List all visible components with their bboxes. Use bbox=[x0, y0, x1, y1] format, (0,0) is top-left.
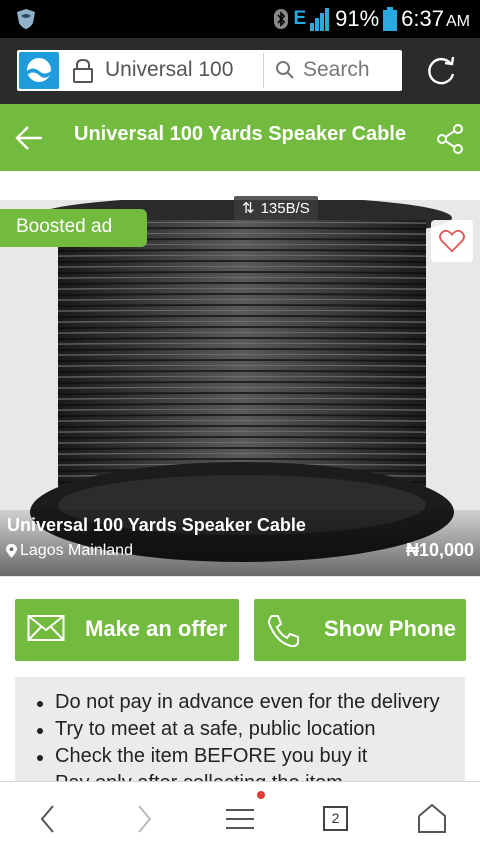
search-icon[interactable] bbox=[275, 60, 295, 80]
bottom-navigation: 2 bbox=[0, 781, 480, 854]
network-type: E bbox=[293, 8, 306, 29]
browser-logo-icon[interactable] bbox=[19, 52, 59, 89]
transfer-arrows-icon: ⇅ bbox=[242, 200, 255, 217]
show-phone-button[interactable]: Show Phone bbox=[254, 599, 466, 661]
make-offer-button[interactable]: Make an offer bbox=[15, 599, 239, 661]
browser-toolbar: Universal 100 Search bbox=[0, 38, 480, 104]
search-input[interactable]: Search bbox=[303, 58, 370, 82]
lock-icon bbox=[73, 58, 93, 83]
back-icon[interactable] bbox=[38, 802, 58, 836]
clock: 6:37 AM bbox=[401, 6, 470, 31]
tip-item: Do not pay in advance even for the deliv… bbox=[35, 689, 465, 716]
menu-icon[interactable] bbox=[225, 802, 255, 836]
divider bbox=[263, 53, 264, 88]
envelope-icon bbox=[27, 615, 65, 641]
listing-title: Universal 100 Yards Speaker Cable bbox=[7, 515, 306, 535]
shield-icon bbox=[17, 9, 35, 29]
back-arrow-icon[interactable] bbox=[14, 124, 44, 152]
reload-icon[interactable] bbox=[424, 54, 458, 88]
page-title: Universal 100 Yards Speaker Cable bbox=[74, 123, 407, 145]
app-header: Universal 100 Yards Speaker Cable bbox=[0, 104, 480, 171]
tip-item: Try to meet at a safe, public location bbox=[35, 716, 465, 743]
battery-icon bbox=[383, 7, 398, 31]
heart-icon bbox=[439, 229, 465, 253]
battery-percent: 91% bbox=[335, 6, 380, 31]
url-text[interactable]: Universal 100 bbox=[105, 58, 233, 82]
make-offer-label: Make an offer bbox=[85, 616, 227, 641]
speed-badge: ⇅ 135B/S bbox=[234, 196, 318, 220]
share-icon[interactable] bbox=[436, 124, 464, 154]
listing-price: ₦10,000 bbox=[405, 540, 474, 560]
listing-location: Lagos Mainland bbox=[6, 542, 133, 560]
location-pin-icon bbox=[6, 543, 17, 558]
favorite-button[interactable] bbox=[431, 220, 473, 262]
tip-item: Check the item BEFORE you buy it bbox=[35, 743, 465, 770]
signal-icon bbox=[310, 8, 330, 31]
show-phone-label: Show Phone bbox=[324, 616, 456, 641]
address-bar[interactable]: Universal 100 Search bbox=[17, 50, 402, 91]
status-bar: E 91% 6:37 AM bbox=[0, 0, 480, 38]
boosted-badge: Boosted ad bbox=[0, 209, 147, 247]
home-icon[interactable] bbox=[417, 802, 447, 836]
tabs-button[interactable]: 2 bbox=[323, 806, 348, 831]
safety-tips: Do not pay in advance even for the deliv… bbox=[15, 677, 465, 794]
phone-icon bbox=[267, 615, 299, 648]
forward-icon[interactable] bbox=[134, 802, 154, 836]
notification-dot bbox=[257, 791, 265, 799]
bluetooth-icon bbox=[274, 9, 289, 29]
